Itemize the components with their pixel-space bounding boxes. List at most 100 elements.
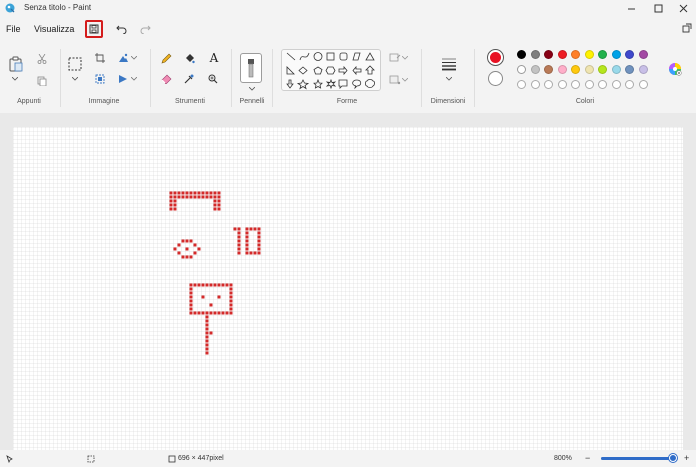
palette-color-swatch[interactable] [625, 65, 634, 74]
zoom-out-button[interactable]: − [585, 453, 590, 463]
custom-color-slot[interactable] [611, 80, 621, 89]
secondary-color-swatch[interactable] [488, 71, 503, 86]
palette-color-swatch[interactable] [530, 65, 540, 74]
paste-dropdown-chevron[interactable] [10, 75, 20, 83]
drawn-pixel [229, 307, 233, 311]
shape-outline-dropdown-chevron[interactable] [401, 55, 409, 61]
drawn-pixel [189, 303, 193, 307]
palette-color-swatch[interactable] [517, 50, 526, 59]
drawn-pixel [201, 295, 205, 299]
palette-color-swatch[interactable] [530, 50, 540, 59]
close-button[interactable] [670, 0, 696, 16]
pencil-button[interactable] [160, 52, 172, 64]
rotate-button[interactable] [94, 73, 106, 85]
drawn-pixel [213, 199, 217, 203]
resize-button[interactable] [117, 52, 129, 64]
palette-color-swatch[interactable] [625, 50, 634, 59]
palette-color-swatch[interactable] [638, 50, 648, 59]
drawn-pixel [185, 255, 189, 259]
zoom-slider-track[interactable] [601, 454, 677, 462]
palette-color-swatch[interactable] [638, 65, 648, 74]
shape-fill-button[interactable] [388, 74, 402, 86]
palette-color-swatch[interactable] [544, 65, 553, 74]
custom-color-slot[interactable] [571, 80, 580, 89]
crop-button[interactable] [94, 52, 106, 64]
custom-color-slot[interactable] [530, 80, 540, 89]
palette-color-swatch[interactable] [611, 65, 621, 74]
paint-window: Senza titolo - Paint File Visualizza App… [0, 0, 696, 467]
drawn-pixel [245, 227, 249, 231]
resize-dropdown-chevron[interactable] [130, 55, 138, 61]
custom-color-slot[interactable] [517, 80, 526, 89]
paint-app-icon [5, 3, 15, 13]
palette-color-swatch[interactable] [571, 65, 580, 74]
share-button[interactable] [680, 21, 694, 35]
minimize-button[interactable] [618, 0, 644, 16]
brushes-dropdown-chevron[interactable] [247, 85, 257, 93]
text-button[interactable]: A [207, 51, 221, 65]
primary-color-swatch[interactable] [487, 49, 504, 66]
palette-color-swatch[interactable] [611, 50, 621, 59]
shape-outline-button[interactable] [388, 52, 402, 64]
magnifier-icon [208, 74, 218, 84]
pencil-icon [161, 53, 171, 63]
eraser-button[interactable] [160, 73, 172, 85]
brushes-button[interactable] [240, 53, 262, 83]
palette-color-swatch[interactable] [544, 50, 553, 59]
shapes-gallery-icons [286, 52, 375, 90]
canvas-grid-and-drawing [13, 127, 683, 450]
shape-fill-dropdown-chevron[interactable] [401, 77, 409, 83]
chevron-down-icon [402, 56, 408, 60]
drawing-canvas[interactable] [13, 127, 683, 450]
menu-view[interactable]: Visualizza [34, 24, 74, 34]
palette-color-swatch[interactable] [584, 50, 594, 59]
drawn-pixel [237, 227, 241, 231]
custom-color-slot[interactable] [544, 80, 553, 89]
drawn-pixel [257, 243, 261, 247]
palette-color-swatch[interactable] [584, 65, 594, 74]
drawn-pixel [253, 251, 257, 255]
custom-color-slot[interactable] [638, 80, 648, 89]
custom-color-slot[interactable] [598, 80, 607, 89]
redo-button[interactable] [136, 20, 154, 38]
down-arrow-shape-icon [286, 79, 294, 89]
flip-button[interactable] [117, 73, 129, 85]
fill-button[interactable] [183, 52, 195, 64]
drawn-pixel [197, 311, 201, 315]
menu-file[interactable]: File [6, 24, 21, 34]
group-label-tools: Strumenti [175, 98, 205, 105]
palette-color-swatch[interactable] [557, 65, 567, 74]
palette-color-swatch[interactable] [571, 50, 580, 59]
drawn-pixel [213, 203, 217, 207]
chevron-down-icon [131, 77, 137, 81]
paste-button[interactable] [8, 55, 24, 73]
copy-icon [37, 76, 47, 86]
drawn-pixel [209, 283, 213, 287]
drawn-pixel [257, 239, 261, 243]
size-dropdown-chevron[interactable] [444, 75, 454, 83]
curve-shape-icon [299, 52, 310, 61]
undo-button[interactable] [112, 20, 130, 38]
zoom-in-button[interactable]: + [684, 453, 689, 463]
palette-color-swatch[interactable] [557, 50, 567, 59]
drawn-pixel [173, 195, 177, 199]
custom-color-slot[interactable] [584, 80, 594, 89]
palette-color-swatch[interactable] [598, 50, 607, 59]
palette-color-swatch[interactable] [598, 65, 607, 74]
cloud-callout-shape-icon [365, 79, 375, 88]
flip-dropdown-chevron[interactable] [130, 76, 138, 82]
select-button[interactable] [67, 56, 83, 72]
size-button[interactable] [438, 55, 460, 73]
edit-colors-button[interactable] [667, 61, 683, 77]
custom-color-slot[interactable] [625, 80, 634, 89]
maximize-button[interactable] [645, 0, 671, 16]
zoom-slider-thumb[interactable] [669, 454, 677, 462]
custom-color-slot[interactable] [557, 80, 567, 89]
copy-button[interactable] [36, 75, 48, 87]
color-picker-button[interactable] [183, 73, 195, 85]
select-dropdown-chevron[interactable] [70, 75, 80, 83]
save-button[interactable] [85, 20, 103, 38]
palette-color-swatch[interactable] [517, 65, 526, 74]
cut-button[interactable] [36, 53, 48, 65]
magnifier-button[interactable] [207, 73, 219, 85]
